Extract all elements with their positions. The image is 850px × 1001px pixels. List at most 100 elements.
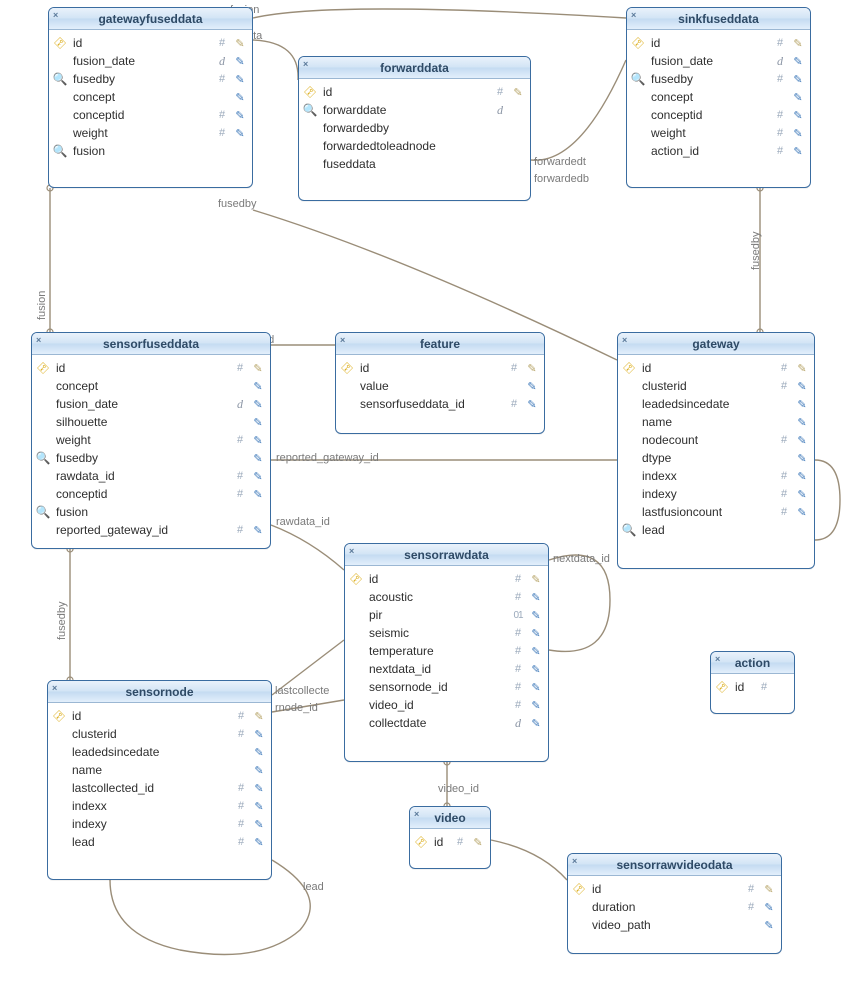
column-row[interactable]: pir01✎ (349, 606, 544, 624)
entity-titlebar[interactable]: ×gateway (618, 333, 814, 355)
column-row[interactable]: 🔍fusedby#✎ (53, 70, 248, 88)
entity-titlebar[interactable]: ×gatewayfuseddata (49, 8, 252, 30)
column-row[interactable]: concept✎ (53, 88, 248, 106)
column-row[interactable]: conceptid#✎ (53, 106, 248, 124)
entity-action[interactable]: ×action ⚿id# (710, 651, 795, 714)
column-row[interactable]: forwardedby (303, 119, 526, 137)
column-row[interactable]: indexy#✎ (622, 485, 810, 503)
column-row[interactable]: lastfusioncount#✎ (622, 503, 810, 521)
column-row[interactable]: 🔍fusion (53, 142, 248, 160)
entity-titlebar[interactable]: ×sensornode (48, 681, 271, 703)
entity-gateway[interactable]: ×gateway ⚿id#✎clusterid#✎leadedsincedate✎… (617, 332, 815, 569)
column-row[interactable]: ⚿id#✎ (414, 833, 486, 851)
column-row[interactable]: leadedsincedate✎ (622, 395, 810, 413)
entity-sensornode[interactable]: ×sensornode ⚿id#✎clusterid#✎leadedsinceda… (47, 680, 272, 880)
column-row[interactable]: weight#✎ (36, 431, 266, 449)
column-row[interactable]: nextdata_id#✎ (349, 660, 544, 678)
column-row[interactable]: video_id#✎ (349, 696, 544, 714)
close-icon[interactable]: × (52, 683, 57, 693)
column-row[interactable]: ⚿id#✎ (349, 570, 544, 588)
column-row[interactable]: ⚿id#✎ (36, 359, 266, 377)
column-row[interactable]: fuseddata (303, 155, 526, 173)
column-row[interactable]: forwardedtoleadnode (303, 137, 526, 155)
entity-forwarddata[interactable]: × forwarddata ⚿id#✎🔍forwarddatedforwardedb… (298, 56, 531, 201)
column-row[interactable]: seismic#✎ (349, 624, 544, 642)
entity-feature[interactable]: ×feature ⚿id#✎value✎sensorfuseddata_id#✎ (335, 332, 545, 434)
close-icon[interactable]: × (340, 335, 345, 345)
entity-sensorfuseddata[interactable]: ×sensorfuseddata ⚿id#✎concept✎fusion_date… (31, 332, 271, 549)
close-icon[interactable]: × (414, 809, 419, 819)
column-row[interactable]: ⚿id#✎ (303, 83, 526, 101)
close-icon[interactable]: × (36, 335, 41, 345)
column-row[interactable]: conceptid#✎ (36, 485, 266, 503)
column-row[interactable]: leadedsincedate✎ (52, 743, 267, 761)
column-row[interactable]: duration#✎ (572, 898, 777, 916)
column-row[interactable]: 🔍forwarddated (303, 101, 526, 119)
column-row[interactable]: ⚿id#✎ (631, 34, 806, 52)
entity-titlebar[interactable]: ×sensorfuseddata (32, 333, 270, 355)
entity-title: forwarddata (380, 61, 449, 75)
entity-sensorrawvideodata[interactable]: ×sensorrawvideodata ⚿id#✎duration#✎video_… (567, 853, 782, 954)
column-row[interactable]: fusion_dated✎ (631, 52, 806, 70)
column-row[interactable]: fusion_dated✎ (36, 395, 266, 413)
column-row[interactable]: weight#✎ (631, 124, 806, 142)
column-row[interactable]: ⚿id#✎ (622, 359, 810, 377)
column-row[interactable]: 🔍fusedby✎ (36, 449, 266, 467)
column-row[interactable]: ⚿id#✎ (52, 707, 267, 725)
entity-titlebar[interactable]: ×video (410, 807, 490, 829)
column-row[interactable]: 🔍fusedby#✎ (631, 70, 806, 88)
column-row[interactable]: name✎ (622, 413, 810, 431)
entity-titlebar[interactable]: × forwarddata (299, 57, 530, 79)
column-row[interactable]: indexx#✎ (52, 797, 267, 815)
column-row[interactable]: ⚿id#✎ (340, 359, 540, 377)
entity-titlebar[interactable]: ×sinkfuseddata (627, 8, 810, 30)
column-row[interactable]: name✎ (52, 761, 267, 779)
column-row[interactable]: reported_gateway_id#✎ (36, 521, 266, 539)
entity-sinkfuseddata[interactable]: ×sinkfuseddata ⚿id#✎fusion_dated✎🔍fusedby… (626, 7, 811, 188)
column-row[interactable]: ⚿id# (715, 678, 790, 696)
column-row[interactable]: indexy#✎ (52, 815, 267, 833)
close-icon[interactable]: × (572, 856, 577, 866)
column-row[interactable]: concept✎ (36, 377, 266, 395)
column-row[interactable]: sensorfuseddata_id#✎ (340, 395, 540, 413)
column-row[interactable]: ⚿id#✎ (572, 880, 777, 898)
close-icon[interactable]: × (53, 10, 58, 20)
column-row[interactable]: dtype✎ (622, 449, 810, 467)
edit-icon: ✎ (232, 55, 248, 68)
column-row[interactable]: sensornode_id#✎ (349, 678, 544, 696)
column-row[interactable]: indexx#✎ (622, 467, 810, 485)
column-row[interactable]: value✎ (340, 377, 540, 395)
close-icon[interactable]: × (631, 10, 636, 20)
close-icon[interactable]: × (622, 335, 627, 345)
column-row[interactable]: nodecount#✎ (622, 431, 810, 449)
column-row[interactable]: clusterid#✎ (622, 377, 810, 395)
close-icon[interactable]: × (715, 654, 720, 664)
entity-titlebar[interactable]: ×sensorrawvideodata (568, 854, 781, 876)
entity-sensorrawdata[interactable]: ×sensorrawdata ⚿id#✎acoustic#✎pir01✎seism… (344, 543, 549, 762)
column-row[interactable]: temperature#✎ (349, 642, 544, 660)
column-row[interactable]: acoustic#✎ (349, 588, 544, 606)
column-row[interactable]: lastcollected_id#✎ (52, 779, 267, 797)
column-row[interactable]: concept✎ (631, 88, 806, 106)
column-row[interactable]: video_path✎ (572, 916, 777, 934)
column-row[interactable]: conceptid#✎ (631, 106, 806, 124)
entity-video[interactable]: ×video ⚿id#✎ (409, 806, 491, 869)
column-row[interactable]: 🔍fusion (36, 503, 266, 521)
column-row[interactable]: ⚿id#✎ (53, 34, 248, 52)
close-icon[interactable]: × (349, 546, 354, 556)
entity-gatewayfuseddata[interactable]: ×gatewayfuseddata ⚿id#✎fusion_dated✎🔍fuse… (48, 7, 253, 188)
column-row[interactable]: rawdata_id#✎ (36, 467, 266, 485)
column-row[interactable]: action_id#✎ (631, 142, 806, 160)
entity-titlebar[interactable]: ×feature (336, 333, 544, 355)
close-icon[interactable]: × (303, 59, 308, 69)
column-row[interactable]: fusion_dated✎ (53, 52, 248, 70)
entity-titlebar[interactable]: ×sensorrawdata (345, 544, 548, 566)
column-row[interactable]: 🔍lead (622, 521, 810, 539)
column-row[interactable]: clusterid#✎ (52, 725, 267, 743)
column-name: concept (56, 379, 230, 393)
column-row[interactable]: lead#✎ (52, 833, 267, 851)
column-row[interactable]: silhouette✎ (36, 413, 266, 431)
column-row[interactable]: weight#✎ (53, 124, 248, 142)
entity-titlebar[interactable]: ×action (711, 652, 794, 674)
column-row[interactable]: collectdated✎ (349, 714, 544, 732)
